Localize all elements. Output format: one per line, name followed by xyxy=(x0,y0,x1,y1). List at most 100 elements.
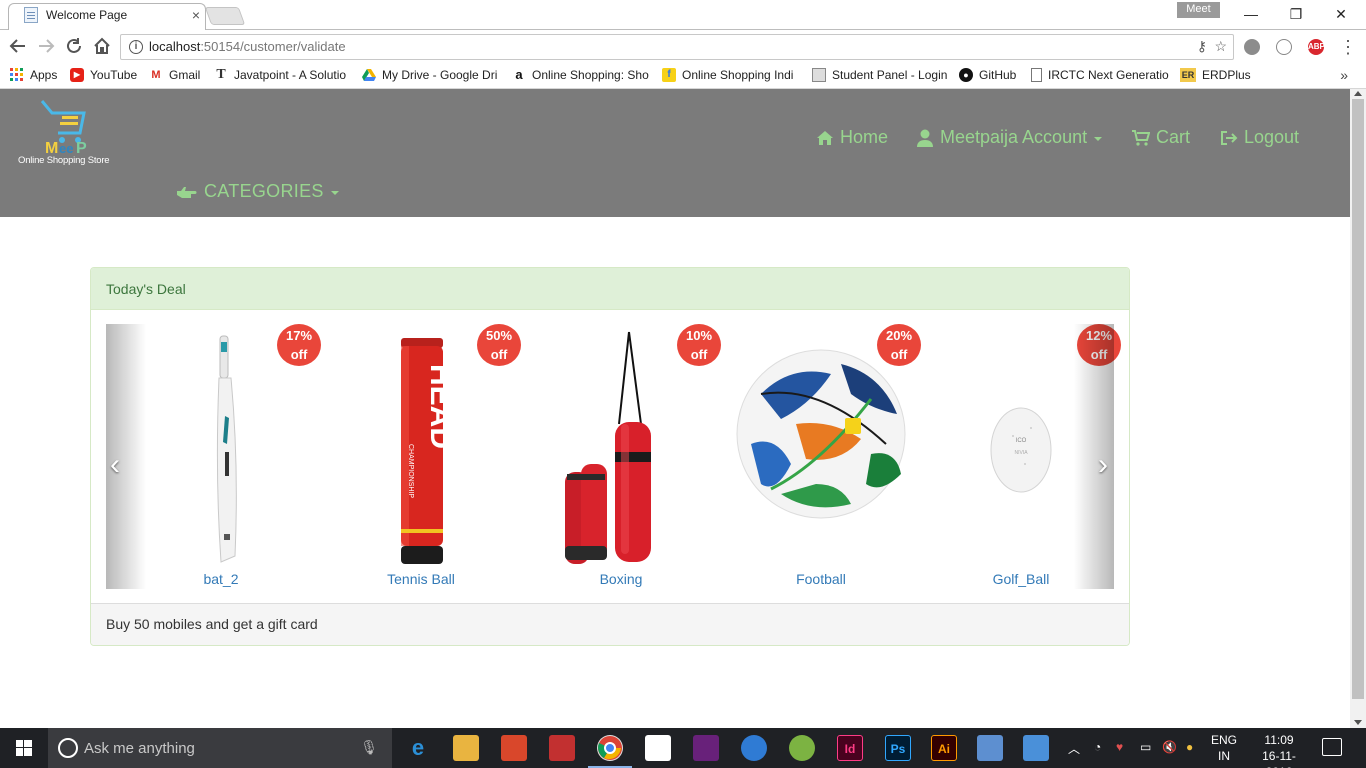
store-bag-icon[interactable] xyxy=(645,735,671,761)
bookmark-github[interactable]: ● GitHub xyxy=(959,68,1016,82)
indesign-icon[interactable]: Id xyxy=(837,735,863,761)
file-explorer-icon[interactable] xyxy=(453,735,479,761)
product-name-link[interactable]: Tennis Ball xyxy=(321,571,521,587)
browser-tab-content[interactable]: Welcome Page × xyxy=(24,5,204,25)
bookmark-amazon[interactable]: a Online Shopping: Sho xyxy=(512,67,649,83)
bookmarks-overflow-icon[interactable]: » xyxy=(1340,67,1348,83)
bookmark-label: My Drive - Google Dri xyxy=(382,68,498,82)
heart-rate-app-icon[interactable]: ♥ xyxy=(1116,740,1123,754)
reload-icon xyxy=(67,38,81,53)
carousel-next-control[interactable]: › xyxy=(1074,324,1114,589)
discount-percent: 10% xyxy=(685,328,713,343)
app-store-red-icon[interactable] xyxy=(501,735,527,761)
battery-icon[interactable]: ▭ xyxy=(1140,740,1151,754)
nav-cart-link[interactable]: Cart xyxy=(1132,127,1190,148)
forward-button[interactable] xyxy=(36,37,56,57)
carousel-item-football[interactable]: 20% off Football xyxy=(721,324,921,589)
illustrator-icon[interactable]: Ai xyxy=(931,735,957,761)
weather-icon[interactable]: ● xyxy=(1186,740,1193,754)
discount-suffix: off xyxy=(890,347,908,362)
bookmark-javatpoint[interactable]: T Javatpoint - A Solutio xyxy=(214,67,346,83)
product-name-link[interactable]: Boxing xyxy=(521,571,721,587)
youtube-icon: ▶ xyxy=(70,68,84,82)
bookmark-erdplus[interactable]: ER ERDPlus xyxy=(1180,68,1251,82)
svg-text:ICO: ICO xyxy=(1016,438,1027,444)
tab-close-button[interactable]: × xyxy=(188,7,204,23)
chevron-left-icon[interactable]: ‹ xyxy=(110,448,120,482)
address-bar[interactable]: i localhost:50154/customer/validate ☆ ⚷ xyxy=(120,34,1234,60)
carousel-item-bat[interactable]: 17% off bat_2 xyxy=(121,324,321,589)
input-language-indicator[interactable]: ENG IN xyxy=(1210,732,1238,764)
home-button[interactable] xyxy=(92,37,112,57)
bookmark-star-icon[interactable]: ☆ xyxy=(1214,38,1227,55)
svg-text:ee: ee xyxy=(59,141,73,156)
nav-account-dropdown[interactable]: Meetpaija Account xyxy=(916,127,1103,148)
categories-label: CATEGORIES xyxy=(204,181,324,201)
media-app-icon[interactable] xyxy=(977,735,1003,761)
profile-button[interactable]: Meet xyxy=(1177,2,1220,18)
minimize-button[interactable]: — xyxy=(1228,0,1274,28)
javatpoint-icon: T xyxy=(216,67,226,82)
product-name-link[interactable]: Football xyxy=(721,571,921,587)
chevron-right-icon[interactable]: › xyxy=(1098,448,1108,482)
bookmark-label: Apps xyxy=(30,68,58,82)
carousel-prev-control[interactable]: ‹ xyxy=(106,324,146,589)
network-icon[interactable]: ◔ xyxy=(1094,740,1101,754)
nav-home-link[interactable]: Home xyxy=(816,127,888,148)
extension-1-icon[interactable] xyxy=(1244,39,1260,55)
scroll-down-arrow-icon[interactable] xyxy=(1354,720,1362,725)
nav-logout-link[interactable]: Logout xyxy=(1220,127,1299,148)
android-studio-icon[interactable] xyxy=(789,735,815,761)
bookmark-label: YouTube xyxy=(90,68,138,82)
photoshop-icon[interactable]: Ps xyxy=(885,735,911,761)
scroll-up-arrow-icon[interactable] xyxy=(1354,91,1362,96)
amazon-icon: a xyxy=(515,67,523,82)
reload-button[interactable] xyxy=(64,37,84,57)
chrome-taskbar-icon[interactable] xyxy=(597,735,623,761)
categories-dropdown[interactable]: CATEGORIES xyxy=(176,181,339,202)
product-name-link[interactable]: bat_2 xyxy=(121,571,321,587)
bookmark-irctc[interactable]: IRCTC Next Generatio xyxy=(1031,68,1169,82)
discount-percent: 50% xyxy=(485,328,513,343)
bookmark-flipkart[interactable]: f Online Shopping Indi xyxy=(662,68,793,82)
bookmark-student-panel[interactable]: Student Panel - Login xyxy=(812,68,947,82)
tab-title: Welcome Page xyxy=(46,8,128,22)
site-logo[interactable]: M ee P Online Shopping Store xyxy=(16,97,126,167)
key-icon[interactable]: ⚷ xyxy=(1197,38,1207,55)
edge-browser-icon[interactable]: e xyxy=(405,735,431,761)
show-hidden-icons-chevron-icon[interactable]: ︿ xyxy=(1068,740,1080,757)
cortana-search-box[interactable]: Ask me anything 🎙 xyxy=(48,728,392,768)
bookmark-apps[interactable]: Apps xyxy=(10,68,57,82)
carousel-item-boxing[interactable]: 10% off Boxing xyxy=(521,324,721,589)
adblock-plus-icon[interactable]: ABP xyxy=(1308,39,1325,55)
bookmark-youtube[interactable]: ▶ YouTube xyxy=(70,68,137,82)
url-text[interactable]: localhost:50154/customer/validate xyxy=(149,39,346,54)
volume-muted-icon[interactable]: 🔇 xyxy=(1162,740,1177,754)
github-icon: ● xyxy=(959,68,973,82)
new-tab-button[interactable] xyxy=(204,7,246,25)
bookmark-google-drive[interactable]: My Drive - Google Dri xyxy=(362,68,497,82)
globe-app-icon[interactable] xyxy=(741,735,767,761)
student-panel-icon xyxy=(812,68,826,82)
carousel-item-tennis-ball[interactable]: HEAD CHAMPIONSHIP 50% off Tennis Ball xyxy=(321,324,521,589)
logout-icon xyxy=(1221,130,1238,145)
discount-badge: 17% off xyxy=(277,324,321,366)
chrome-menu-icon[interactable]: ⋮ xyxy=(1338,37,1358,57)
extension-2-icon[interactable] xyxy=(1276,39,1292,55)
bookmark-label: Online Shopping: Sho xyxy=(532,68,649,82)
system-clock[interactable]: 11:09 16-11-2016 xyxy=(1252,732,1306,768)
info-icon[interactable]: i xyxy=(129,40,143,54)
reader-app-icon[interactable] xyxy=(549,735,575,761)
start-button[interactable] xyxy=(0,728,48,768)
bookmark-gmail[interactable]: M Gmail xyxy=(149,68,200,82)
visual-studio-icon[interactable] xyxy=(693,735,719,761)
microphone-icon[interactable]: 🎙 xyxy=(360,739,378,756)
close-window-button[interactable]: ✕ xyxy=(1318,0,1364,28)
scrollbar-thumb[interactable] xyxy=(1352,99,1364,699)
bookmark-label: Gmail xyxy=(169,68,201,82)
maximize-button[interactable]: ❐ xyxy=(1273,0,1319,28)
photos-app-icon[interactable] xyxy=(1023,735,1049,761)
page-scrollbar[interactable] xyxy=(1350,89,1366,728)
back-button[interactable] xyxy=(8,37,28,57)
action-center-icon[interactable] xyxy=(1322,738,1342,756)
